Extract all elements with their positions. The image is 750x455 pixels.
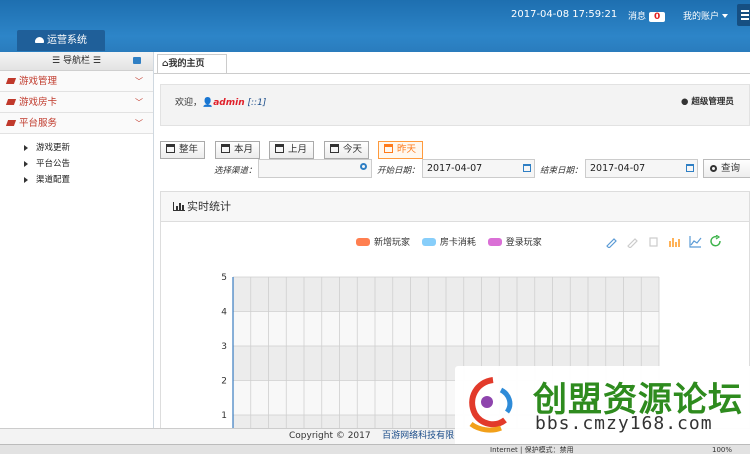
user-icon: 👤 <box>202 98 214 108</box>
sidebar-item-label: 平台公告 <box>36 159 71 169</box>
watermark-url: bbs.cmzy168.com <box>535 413 713 434</box>
query-label: 查询 <box>721 163 741 174</box>
tag-icon <box>5 99 17 105</box>
messages-label: 消息 <box>628 12 647 22</box>
calendar-icon <box>523 164 531 172</box>
end-date-input[interactable]: 2017-04-07 <box>585 159 698 178</box>
copyright: Copyright © 2017 百游网络科技有限 <box>289 429 454 444</box>
users-icon: ● <box>681 97 689 107</box>
period-label: 昨天 <box>397 144 417 155</box>
sidebar: ☰ 导航栏 ☰ 游戏管理 ﹀ 游戏房卡 ﹀ 平台服务 ﹀ 游戏更新 平台公告 渠道配置 <box>0 52 154 428</box>
period-last-month-button[interactable]: 上月 <box>269 141 315 159</box>
search-icon <box>710 165 717 172</box>
panel-title: 实时统计 <box>187 200 231 213</box>
tab-divider <box>154 73 750 74</box>
menu-platform-service[interactable]: 平台服务 ﹀ <box>0 113 153 134</box>
start-date-label: 开始日期： <box>377 166 420 176</box>
role-text: 超级管理员 <box>691 97 734 107</box>
role-label: ● 超级管理员 <box>681 95 734 107</box>
sidebar-title: 导航栏 <box>62 56 90 66</box>
menu-toggle-button[interactable] <box>737 4 750 26</box>
menu-label: 平台服务 <box>19 118 58 129</box>
end-date-label: 结束日期： <box>540 166 583 176</box>
period-label: 今天 <box>343 144 363 155</box>
lock-icon[interactable] <box>133 57 141 64</box>
tag-icon <box>5 78 17 84</box>
chevron-down-icon: ﹀ <box>135 119 143 128</box>
browser-status-bar: Internet | 保护模式：禁用 100% <box>0 444 750 454</box>
query-button[interactable]: 查询 <box>703 159 750 178</box>
tab-home[interactable]: ⌂我的主页 <box>157 54 227 74</box>
datetime: 2017-04-08 17:59:21 <box>511 9 618 20</box>
calendar-icon <box>221 144 230 153</box>
account-label: 我的账户 <box>683 12 720 22</box>
tag-icon <box>5 120 17 126</box>
sidebar-item-game-update[interactable]: 游戏更新 <box>0 140 153 156</box>
calendar-icon <box>330 144 339 153</box>
channel-label: 选择渠道： <box>214 166 257 176</box>
y-tick-label: 2 <box>221 377 227 387</box>
messages-badge: 0 <box>649 12 666 22</box>
menu-game-cards[interactable]: 游戏房卡 ﹀ <box>0 92 153 113</box>
period-label: 整年 <box>179 144 199 155</box>
copyright-text: Copyright © 2017 <box>289 431 371 441</box>
top-bar: 运营系统 2017-04-08 17:59:21 消息 0 我的账户 <box>0 0 750 52</box>
company-link[interactable]: 百游网络科技有限 <box>382 431 454 441</box>
period-today-button[interactable]: 今天 <box>324 141 370 159</box>
search-icon <box>360 163 367 170</box>
system-tab-label: 运营系统 <box>47 35 87 46</box>
channel-select[interactable] <box>258 159 372 178</box>
caret-right-icon <box>24 177 31 183</box>
sidebar-item-channel-config[interactable]: 渠道配置 <box>0 172 153 188</box>
y-tick-label: 4 <box>221 308 227 318</box>
user-ip: [::1] <box>247 98 267 108</box>
menu-label: 游戏管理 <box>19 76 58 87</box>
y-tick-label: 5 <box>221 273 227 283</box>
panel-header: 实时统计 <box>161 192 749 222</box>
menu-game-manage[interactable]: 游戏管理 ﹀ <box>0 71 153 92</box>
chevron-down-icon: ﹀ <box>135 98 143 107</box>
calendar-icon <box>166 144 175 153</box>
period-month-button[interactable]: 本月 <box>215 141 261 159</box>
welcome-text: 欢迎，👤admin [::1] <box>175 95 266 108</box>
start-date-value: 2017-04-07 <box>427 163 483 174</box>
sidebar-item-label: 渠道配置 <box>36 175 71 185</box>
watermark-logo <box>469 377 513 433</box>
calendar-icon <box>384 144 393 153</box>
y-tick-label: 3 <box>221 342 227 352</box>
caret-down-icon <box>722 14 729 21</box>
start-date-input[interactable]: 2017-04-07 <box>422 159 535 178</box>
menu-label: 游戏房卡 <box>19 97 58 108</box>
messages-link[interactable]: 消息 0 <box>628 9 666 22</box>
period-label: 本月 <box>234 144 254 155</box>
sidebar-header: ☰ 导航栏 ☰ <box>0 52 153 71</box>
chevron-down-icon: ﹀ <box>135 77 143 86</box>
account-menu[interactable]: 我的账户 <box>683 9 729 22</box>
period-yesterday-button[interactable]: 昨天 <box>378 141 424 159</box>
calendar-icon <box>275 144 284 153</box>
caret-right-icon <box>24 145 31 151</box>
caret-right-icon <box>24 161 31 167</box>
end-date-value: 2017-04-07 <box>590 163 646 174</box>
y-tick-label: 1 <box>221 411 227 421</box>
username: admin <box>213 98 245 108</box>
welcome-prefix: 欢迎， <box>175 98 203 108</box>
sidebar-item-announcement[interactable]: 平台公告 <box>0 156 153 172</box>
dashboard-icon <box>35 37 44 43</box>
welcome-bar: 欢迎，👤admin [::1] ● 超级管理员 <box>160 84 750 126</box>
period-label: 上月 <box>288 144 308 155</box>
system-tab[interactable]: 运营系统 <box>17 30 105 51</box>
sidebar-item-label: 游戏更新 <box>36 143 71 153</box>
period-year-button[interactable]: 整年 <box>160 141 206 159</box>
bar-chart-icon <box>173 202 185 211</box>
tab-home-label: 我的主页 <box>168 59 205 69</box>
watermark: 创盟资源论坛 bbs.cmzy168.com <box>455 366 750 444</box>
calendar-icon <box>686 164 694 172</box>
